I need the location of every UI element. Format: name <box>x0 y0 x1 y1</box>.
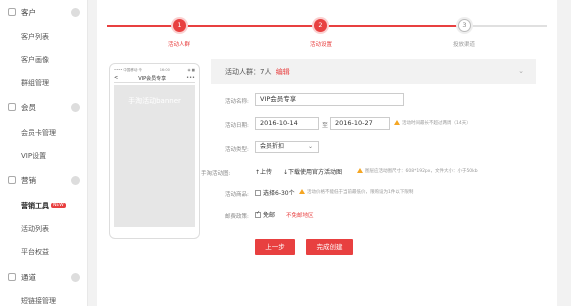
goods-hint: 活动价格不能低于当前最低价，限购设为1件以下限制 <box>299 189 413 195</box>
finish-create-button[interactable]: 完成创建 <box>306 239 353 255</box>
collapse-toggle-icon[interactable] <box>71 102 80 112</box>
download-official-image-link[interactable]: ↓下载使用官方活动图 <box>283 167 342 176</box>
activity-type-value: 会员折扣 <box>260 143 285 150</box>
sidebar-item-short-link[interactable]: 短链接管理 <box>21 296 56 306</box>
phone-title: VIP会员专享 <box>138 75 167 82</box>
date-hint: 活动时间最长不超过两周（14天） <box>394 120 471 126</box>
banner-placeholder-text: 手淘活动banner <box>128 97 181 105</box>
sidebar-item-vip-settings[interactable]: VIP设置 <box>21 151 46 161</box>
edit-audience-link[interactable]: 编辑 <box>276 68 290 76</box>
collapse-toggle-icon[interactable] <box>71 7 80 17</box>
channel-icon <box>8 273 16 281</box>
step-3-circle: 3 <box>458 19 471 32</box>
sidebar: 客户 客户列表 客户画像 群组管理 会员 会员卡管理 VIP设置 营销 营销工具… <box>0 0 88 306</box>
marketing-icon <box>8 176 16 184</box>
free-shipping-label: 免邮 <box>263 212 276 219</box>
start-date-input[interactable]: 2016-10-14 <box>255 117 319 130</box>
phone-battery-icon: ◉ ■ <box>187 68 195 72</box>
sidebar-item-member-card[interactable]: 会员卡管理 <box>21 128 56 138</box>
date-hint-text: 活动时间最长不超过两周（14天） <box>402 121 471 126</box>
back-icon: < <box>114 75 119 81</box>
sidebar-item-customer-list[interactable]: 客户列表 <box>21 32 49 42</box>
sidebar-section-label: 营销 <box>21 175 36 185</box>
step-2-circle: 2 <box>314 19 327 32</box>
sidebar-section-label: 客户 <box>21 7 36 17</box>
excluded-regions-link[interactable]: 不免邮地区 <box>286 211 314 219</box>
upload-label: 上传 <box>260 169 273 176</box>
goods-hint-text: 活动价格不能低于当前最低价，限购设为1件以下限制 <box>307 190 414 195</box>
phone-preview: •••• 中国移动 令 16:00 ◉ ■ < VIP会员专享 ••• 手淘活动… <box>109 63 200 239</box>
image-hint-text: 图层应活动图尺寸：608*192px，文件大小：小于50kb <box>365 169 478 174</box>
collapse-toggle-icon[interactable] <box>71 272 80 282</box>
more-icon: ••• <box>186 75 195 81</box>
audience-summary-header[interactable]: 活动人群：7人 编辑 ⌄ <box>211 59 536 84</box>
image-hint: 图层应活动图尺寸：608*192px，文件大小：小于50kb <box>357 168 478 174</box>
phone-carrier: •••• 中国移动 令 <box>114 68 142 72</box>
main-panel: 1 2 3 活动人群 活动设置 投放渠道 •••• 中国移动 令 16:00 ◉… <box>97 0 557 306</box>
checkbox-checked-icon <box>255 210 261 218</box>
activity-form: 活动人群：7人 编辑 ⌄ 活动名称: VIP会员专享 活动日期: 2016-10… <box>201 59 536 255</box>
collapse-toggle-icon[interactable] <box>71 175 80 185</box>
step-progress-line <box>267 25 457 27</box>
activity-date-label: 活动日期: <box>225 123 249 129</box>
step-1-label: 活动人群 <box>167 42 191 48</box>
upload-button[interactable]: ↑上传 <box>255 167 272 176</box>
select-goods-label: 选择6-30个 <box>263 190 295 197</box>
audience-count: 活动人群：7人 <box>225 68 272 76</box>
activity-image-label: 手淘活动图: <box>201 171 231 177</box>
step-progress-line <box>107 25 267 27</box>
audience-summary: 活动人群：7人 编辑 <box>225 67 290 77</box>
chevron-down-icon: ⌄ <box>307 143 313 150</box>
sidebar-item-marketing-tools[interactable]: 营销工具 NEW <box>21 201 66 211</box>
phone-status-bar: •••• 中国移动 令 16:00 ◉ ■ <box>114 68 195 73</box>
activity-name-input[interactable]: VIP会员专享 <box>255 93 404 106</box>
activity-name-label: 活动名称: <box>225 99 249 105</box>
sidebar-item-customer-profile[interactable]: 客户画像 <box>21 55 49 65</box>
sidebar-section-label: 通道 <box>21 272 36 282</box>
phone-time: 16:00 <box>159 68 170 72</box>
new-badge: NEW <box>51 203 66 208</box>
activity-type-select[interactable]: 会员折扣 ⌄ <box>255 141 319 153</box>
step-3-label: 投放渠道 <box>452 42 476 48</box>
sidebar-section-label: 会员 <box>21 102 36 112</box>
free-shipping-checkbox[interactable]: 免邮 <box>255 210 275 219</box>
sidebar-section-marketing[interactable]: 营销 <box>8 173 80 187</box>
step-1-circle: 1 <box>173 19 186 32</box>
sidebar-section-channel[interactable]: 通道 <box>8 270 80 284</box>
end-date-input[interactable]: 2016-10-27 <box>330 117 390 130</box>
sidebar-item-platform-rights[interactable]: 平台权益 <box>21 247 49 257</box>
step-2-label: 活动设置 <box>309 42 333 48</box>
select-goods-button[interactable]: 选择6-30个 <box>255 188 295 197</box>
checkbox-icon <box>255 190 261 196</box>
sidebar-item-activity-list[interactable]: 活动列表 <box>21 224 49 234</box>
chevron-down-icon[interactable]: ⌄ <box>518 67 524 75</box>
banner-placeholder: 手淘活动banner <box>114 85 195 227</box>
activity-goods-label: 活动商品: <box>225 192 249 198</box>
customer-icon <box>8 8 16 16</box>
sidebar-item-group-management[interactable]: 群组管理 <box>21 78 49 88</box>
sidebar-section-customer[interactable]: 客户 <box>8 5 80 19</box>
date-range-separator: 至 <box>322 122 329 129</box>
phone-title-bar: < VIP会员专享 ••• <box>114 74 195 83</box>
sidebar-section-member[interactable]: 会员 <box>8 100 80 114</box>
warning-icon <box>357 168 363 173</box>
prev-step-button[interactable]: 上一步 <box>255 239 295 255</box>
member-icon <box>8 103 16 111</box>
activity-type-label: 活动类型: <box>225 147 249 153</box>
shipping-policy-label: 邮费政策: <box>225 214 249 220</box>
warning-icon <box>299 189 305 194</box>
download-label: 下载使用官方活动图 <box>288 169 343 176</box>
warning-icon <box>394 120 400 125</box>
sidebar-item-label: 营销工具 <box>21 202 49 210</box>
